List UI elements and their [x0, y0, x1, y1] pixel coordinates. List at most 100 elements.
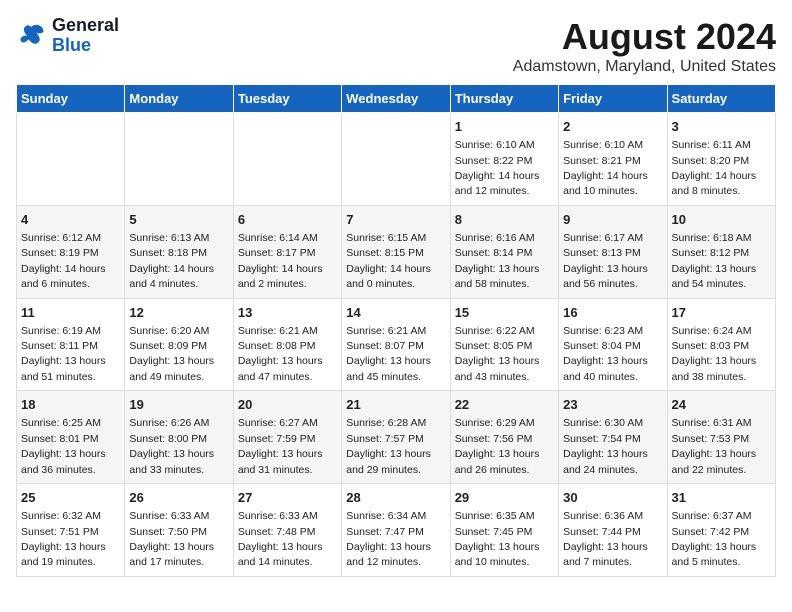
day-cell: 28Sunrise: 6:34 AM Sunset: 7:47 PM Dayli… — [342, 484, 450, 577]
day-number: 13 — [238, 304, 337, 322]
day-number: 31 — [672, 489, 771, 507]
day-number: 12 — [129, 304, 228, 322]
day-cell: 16 Sunrise: 6:23 AM Sunset: 8:04 PM Dayli… — [559, 298, 667, 391]
day-number: 22 — [455, 396, 554, 414]
day-number: 20 — [238, 396, 337, 414]
week-row-3: 18 Sunrise: 6:25 AM Sunset: 8:01 PM Dayli… — [17, 391, 776, 484]
day-cell: 26 Sunrise: 6:33 AM Sunset: 7:50 PM Dayli… — [125, 484, 233, 577]
day-info: Sunrise: 6:10 AM Sunset: 8:21 PM Dayligh… — [563, 139, 648, 197]
day-number: 2 — [563, 118, 662, 136]
day-info: Sunrise: 6:30 AM Sunset: 7:54 PM Dayligh… — [563, 417, 648, 475]
day-info: Sunrise: 6:31 AM Sunset: 7:53 PM Dayligh… — [672, 417, 757, 475]
day-cell: 3Sunrise: 6:11 AM Sunset: 8:20 PM Daylig… — [667, 113, 775, 206]
day-info: Sunrise: 6:15 AM Sunset: 8:15 PM Dayligh… — [346, 232, 431, 290]
day-info: Sunrise: 6:37 AM Sunset: 7:42 PM Dayligh… — [672, 510, 757, 568]
calendar-header: SundayMondayTuesdayWednesdayThursdayFrid… — [17, 85, 776, 113]
day-cell: 31 Sunrise: 6:37 AM Sunset: 7:42 PM Dayli… — [667, 484, 775, 577]
header-row: SundayMondayTuesdayWednesdayThursdayFrid… — [17, 85, 776, 113]
logo-icon — [16, 20, 48, 52]
day-number: 8 — [455, 211, 554, 229]
day-info: Sunrise: 6:18 AM Sunset: 8:12 PM Dayligh… — [672, 232, 757, 290]
day-number: 26 — [129, 489, 228, 507]
day-info: Sunrise: 6:17 AM Sunset: 8:13 PM Dayligh… — [563, 232, 648, 290]
day-number: 18 — [21, 396, 120, 414]
day-info: Sunrise: 6:25 AM Sunset: 8:01 PM Dayligh… — [21, 417, 106, 475]
day-info: Sunrise: 6:26 AM Sunset: 8:00 PM Dayligh… — [129, 417, 214, 475]
header-cell-thursday: Thursday — [450, 85, 558, 113]
day-number: 10 — [672, 211, 771, 229]
day-info: Sunrise: 6:21 AM Sunset: 8:07 PM Dayligh… — [346, 325, 431, 383]
day-cell: 27 Sunrise: 6:33 AM Sunset: 7:48 PM Dayli… — [233, 484, 341, 577]
calendar-body: 1Sunrise: 6:10 AM Sunset: 8:22 PM Daylig… — [17, 113, 776, 577]
logo: General Blue — [16, 16, 119, 56]
day-info: Sunrise: 6:33 AM Sunset: 7:50 PM Dayligh… — [129, 510, 214, 568]
day-info: Sunrise: 6:12 AM Sunset: 8:19 PM Dayligh… — [21, 232, 106, 290]
day-info: Sunrise: 6:13 AM Sunset: 8:18 PM Dayligh… — [129, 232, 214, 290]
header-cell-saturday: Saturday — [667, 85, 775, 113]
day-cell: 21 Sunrise: 6:28 AM Sunset: 7:57 PM Dayli… — [342, 391, 450, 484]
day-cell: 11 Sunrise: 6:19 AM Sunset: 8:11 PM Dayli… — [17, 298, 125, 391]
day-number: 27 — [238, 489, 337, 507]
day-cell: 4Sunrise: 6:12 AM Sunset: 8:19 PM Daylig… — [17, 205, 125, 298]
day-info: Sunrise: 6:28 AM Sunset: 7:57 PM Dayligh… — [346, 417, 431, 475]
header: General Blue August 2024 Adamstown, Mary… — [16, 16, 776, 76]
day-number: 3 — [672, 118, 771, 136]
day-number: 7 — [346, 211, 445, 229]
day-info: Sunrise: 6:21 AM Sunset: 8:08 PM Dayligh… — [238, 325, 323, 383]
day-cell: 30Sunrise: 6:36 AM Sunset: 7:44 PM Dayli… — [559, 484, 667, 577]
day-cell: 23Sunrise: 6:30 AM Sunset: 7:54 PM Dayli… — [559, 391, 667, 484]
day-cell: 18 Sunrise: 6:25 AM Sunset: 8:01 PM Dayli… — [17, 391, 125, 484]
day-cell — [17, 113, 125, 206]
day-cell: 22 Sunrise: 6:29 AM Sunset: 7:56 PM Dayli… — [450, 391, 558, 484]
day-number: 25 — [21, 489, 120, 507]
day-number: 1 — [455, 118, 554, 136]
day-number: 21 — [346, 396, 445, 414]
day-info: Sunrise: 6:33 AM Sunset: 7:48 PM Dayligh… — [238, 510, 323, 568]
day-cell: 14Sunrise: 6:21 AM Sunset: 8:07 PM Dayli… — [342, 298, 450, 391]
main-title: August 2024 — [513, 16, 776, 58]
day-number: 9 — [563, 211, 662, 229]
header-cell-wednesday: Wednesday — [342, 85, 450, 113]
day-number: 29 — [455, 489, 554, 507]
header-cell-sunday: Sunday — [17, 85, 125, 113]
day-cell — [342, 113, 450, 206]
day-cell — [125, 113, 233, 206]
day-cell: 20Sunrise: 6:27 AM Sunset: 7:59 PM Dayli… — [233, 391, 341, 484]
day-cell: 7 Sunrise: 6:15 AM Sunset: 8:15 PM Daylig… — [342, 205, 450, 298]
calendar-table: SundayMondayTuesdayWednesdayThursdayFrid… — [16, 84, 776, 577]
day-info: Sunrise: 6:32 AM Sunset: 7:51 PM Dayligh… — [21, 510, 106, 568]
day-cell: 1Sunrise: 6:10 AM Sunset: 8:22 PM Daylig… — [450, 113, 558, 206]
day-number: 24 — [672, 396, 771, 414]
day-number: 16 — [563, 304, 662, 322]
day-cell: 5 Sunrise: 6:13 AM Sunset: 8:18 PM Daylig… — [125, 205, 233, 298]
day-info: Sunrise: 6:23 AM Sunset: 8:04 PM Dayligh… — [563, 325, 648, 383]
day-info: Sunrise: 6:16 AM Sunset: 8:14 PM Dayligh… — [455, 232, 540, 290]
day-cell: 10 Sunrise: 6:18 AM Sunset: 8:12 PM Dayli… — [667, 205, 775, 298]
day-cell: 19Sunrise: 6:26 AM Sunset: 8:00 PM Dayli… — [125, 391, 233, 484]
day-number: 17 — [672, 304, 771, 322]
day-number: 11 — [21, 304, 120, 322]
week-row-0: 1Sunrise: 6:10 AM Sunset: 8:22 PM Daylig… — [17, 113, 776, 206]
day-cell — [233, 113, 341, 206]
logo-text-blue: Blue — [52, 36, 119, 56]
day-info: Sunrise: 6:36 AM Sunset: 7:44 PM Dayligh… — [563, 510, 648, 568]
day-cell: 9 Sunrise: 6:17 AM Sunset: 8:13 PM Daylig… — [559, 205, 667, 298]
day-number: 5 — [129, 211, 228, 229]
week-row-1: 4Sunrise: 6:12 AM Sunset: 8:19 PM Daylig… — [17, 205, 776, 298]
day-number: 28 — [346, 489, 445, 507]
header-cell-monday: Monday — [125, 85, 233, 113]
day-info: Sunrise: 6:29 AM Sunset: 7:56 PM Dayligh… — [455, 417, 540, 475]
day-number: 15 — [455, 304, 554, 322]
title-area: August 2024 Adamstown, Maryland, United … — [513, 16, 776, 76]
day-cell: 13 Sunrise: 6:21 AM Sunset: 8:08 PM Dayli… — [233, 298, 341, 391]
day-cell: 12Sunrise: 6:20 AM Sunset: 8:09 PM Dayli… — [125, 298, 233, 391]
day-cell: 6Sunrise: 6:14 AM Sunset: 8:17 PM Daylig… — [233, 205, 341, 298]
day-cell: 15Sunrise: 6:22 AM Sunset: 8:05 PM Dayli… — [450, 298, 558, 391]
day-info: Sunrise: 6:35 AM Sunset: 7:45 PM Dayligh… — [455, 510, 540, 568]
day-info: Sunrise: 6:19 AM Sunset: 8:11 PM Dayligh… — [21, 325, 106, 383]
day-info: Sunrise: 6:14 AM Sunset: 8:17 PM Dayligh… — [238, 232, 323, 290]
day-cell: 25 Sunrise: 6:32 AM Sunset: 7:51 PM Dayli… — [17, 484, 125, 577]
day-info: Sunrise: 6:24 AM Sunset: 8:03 PM Dayligh… — [672, 325, 757, 383]
day-cell: 2 Sunrise: 6:10 AM Sunset: 8:21 PM Daylig… — [559, 113, 667, 206]
day-cell: 17 Sunrise: 6:24 AM Sunset: 8:03 PM Dayli… — [667, 298, 775, 391]
